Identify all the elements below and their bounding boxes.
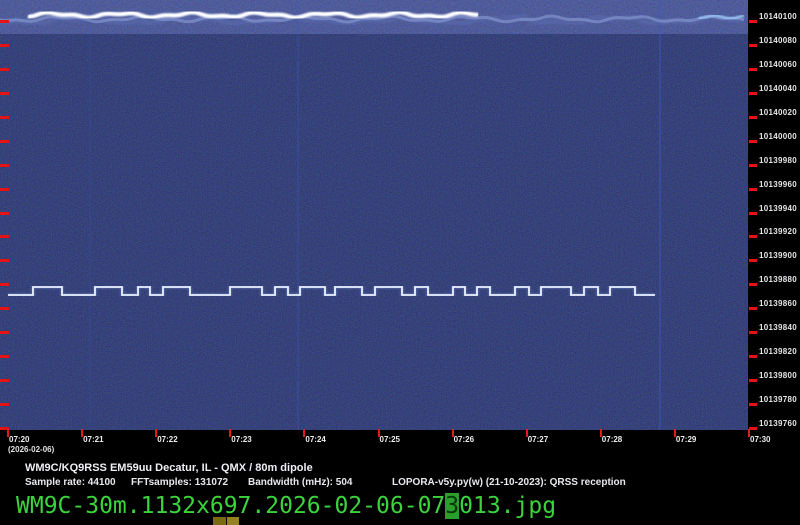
- date-label: (2026-02-06): [8, 445, 55, 454]
- freq-tick-left: [0, 283, 9, 287]
- time-label: 07:22: [157, 435, 178, 444]
- freq-label: 10140020: [759, 107, 797, 117]
- vertical-streak: [659, 0, 661, 430]
- freq-tick-right: [749, 163, 757, 167]
- time-label: 07:30: [750, 435, 771, 444]
- freq-tick-left: [0, 187, 9, 191]
- freq-tick-left: [0, 115, 9, 119]
- time-label: 07:20: [9, 435, 30, 444]
- vertical-streak: [89, 0, 91, 430]
- freq-tick-right: [749, 307, 757, 311]
- freq-tick-right: [749, 355, 757, 359]
- freq-label: 10139960: [759, 179, 797, 189]
- vertical-streak: [297, 0, 299, 430]
- freq-tick-right: [749, 91, 757, 95]
- freq-tick-left: [0, 43, 9, 47]
- freq-tick-right: [749, 139, 757, 143]
- time-label: 07:28: [601, 435, 623, 444]
- freq-tick-right: [749, 43, 757, 47]
- station-info-line: WM9C/KQ9RSS EM59uu Decatur, IL - QMX / 8…: [25, 462, 313, 474]
- freq-tick-right: [749, 235, 757, 239]
- time-label: 07:23: [231, 435, 252, 444]
- time-label: 07:26: [453, 435, 475, 444]
- freq-label: 10139760: [759, 418, 797, 428]
- freq-label: 10140000: [759, 131, 797, 141]
- freq-tick-right: [749, 187, 757, 191]
- qrss-grabber-screenshot: { "chart_data": { "type": "spectrogram",…: [0, 0, 800, 525]
- freq-tick-left: [0, 67, 9, 71]
- freq-tick-left: [0, 235, 9, 239]
- freq-tick-left: [0, 139, 9, 143]
- freq-tick-left: [0, 355, 9, 359]
- freq-tick-left: [0, 211, 9, 215]
- freq-label: 10139940: [759, 203, 797, 213]
- time-label: 07:21: [83, 435, 104, 444]
- freq-label: 10140040: [759, 83, 797, 93]
- freq-tick-right: [749, 115, 757, 119]
- time-label: 07:24: [305, 435, 326, 444]
- freq-label: 10139980: [759, 155, 797, 165]
- freq-tick-left: [0, 379, 9, 383]
- fft-samples-label: FFTsamples: 131072: [131, 477, 229, 488]
- filename-prefix: WM9C-30m.1132x697.2026-02-06-07: [16, 493, 446, 519]
- filename-suffix: 013.jpg: [459, 493, 557, 519]
- freq-tick-left: [0, 403, 9, 407]
- artifact-block: [227, 517, 239, 525]
- freq-label: 10139900: [759, 251, 797, 261]
- freq-tick-left: [0, 331, 9, 335]
- noise-texture: [0, 0, 748, 430]
- freq-tick-right: [749, 403, 757, 407]
- freq-label: 10140100: [759, 12, 797, 21]
- freq-tick-right: [749, 211, 757, 215]
- freq-label: 10140080: [759, 35, 797, 45]
- freq-tick-left: [0, 259, 9, 263]
- freq-tick-right: [749, 67, 757, 71]
- freq-label: 10139800: [759, 371, 797, 381]
- freq-tick-left: [0, 91, 9, 95]
- freq-label: 10139880: [759, 275, 797, 285]
- bandwidth-label: Bandwidth (mHz): 504: [248, 477, 353, 488]
- time-label: 07:25: [379, 435, 400, 444]
- freq-tick-left: [0, 20, 9, 23]
- filename-text: WM9C-30m.1132x697.2026-02-06-073013.jpg: [16, 493, 557, 519]
- sample-rate-label: Sample rate: 44100: [25, 477, 116, 488]
- spectrogram-plot: 10140100 10140080 10140060 10140040 10140020…: [0, 0, 797, 444]
- freq-tick-right: [749, 426, 757, 430]
- waterfall-canvas: [0, 0, 748, 430]
- freq-label: 10139840: [759, 323, 797, 333]
- artifact-block: [213, 517, 226, 525]
- time-label: 07:27: [527, 435, 549, 444]
- freq-label: 10139860: [759, 299, 797, 309]
- freq-tick-right: [749, 331, 757, 335]
- freq-tick-left: [0, 307, 9, 311]
- software-version-label: LOPORA-v5y.py(w) (21-10-2023): QRSS rece…: [392, 477, 626, 488]
- freq-tick-right: [749, 259, 757, 263]
- freq-label: 10139780: [759, 395, 797, 405]
- filename-glitch-char: 3: [445, 493, 460, 519]
- time-label: 07:29: [675, 435, 697, 444]
- freq-label: 10140060: [759, 59, 797, 69]
- freq-tick-right: [749, 283, 757, 287]
- freq-label: 10139820: [759, 347, 797, 357]
- freq-tick-right: [749, 379, 757, 383]
- freq-label: 10139920: [759, 227, 797, 237]
- freq-tick-left: [0, 163, 9, 167]
- freq-tick-right: [749, 20, 757, 23]
